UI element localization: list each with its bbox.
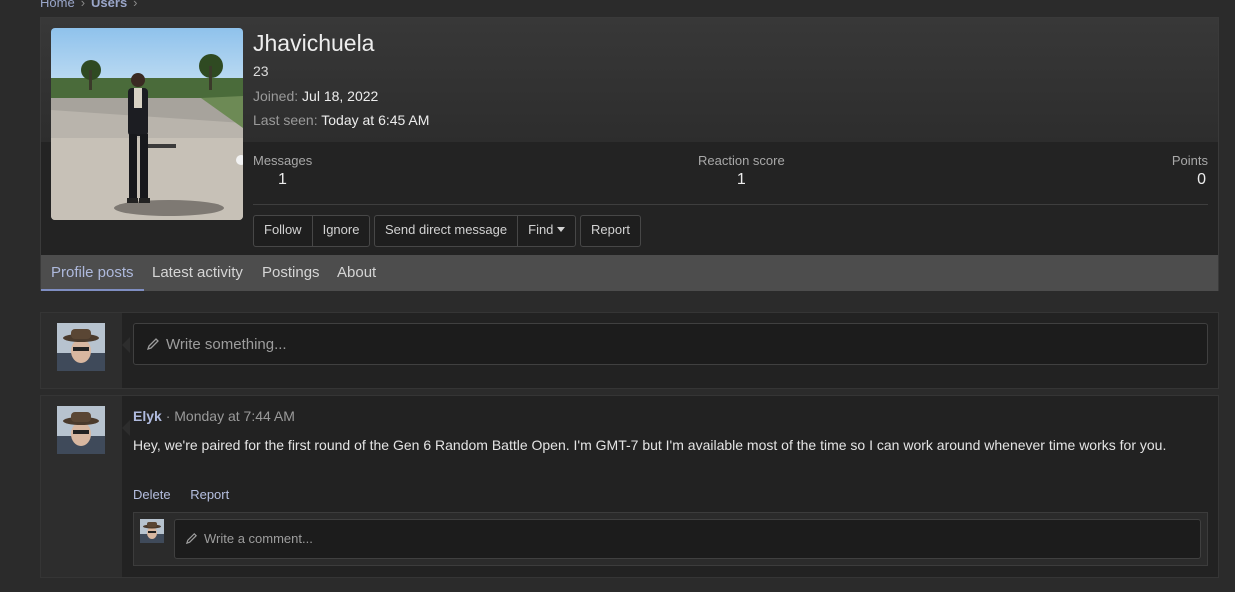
tab-profile-posts[interactable]: Profile posts	[41, 255, 144, 291]
post-meta: Elyk · Monday at 7:44 AM	[133, 408, 295, 424]
write-comment-placeholder: Write a comment...	[204, 531, 313, 546]
profile-joined: Joined: Jul 18, 2022	[253, 88, 378, 104]
send-direct-message-button[interactable]: Send direct message	[375, 216, 519, 246]
caret-down-icon	[557, 227, 566, 232]
profile-post: Elyk · Monday at 7:44 AM Hey, we're pair…	[40, 395, 1219, 578]
post-timestamp[interactable]: Monday at 7:44 AM	[174, 408, 295, 424]
post-pointer	[122, 420, 130, 436]
report-group: Report	[580, 215, 642, 247]
follow-ignore-group: Follow Ignore	[253, 215, 371, 247]
write-something-placeholder: Write something...	[166, 336, 287, 353]
breadcrumb: Home › Users ›	[40, 0, 144, 10]
commenter-avatar[interactable]	[140, 519, 164, 543]
delete-post-link[interactable]: Delete	[133, 487, 171, 502]
post-message: Hey, we're paired for the first round of…	[133, 437, 1167, 453]
tab-latest-activity[interactable]: Latest activity	[142, 255, 253, 291]
stat-points-value: 0	[1197, 171, 1206, 188]
composer-pointer	[122, 337, 130, 353]
stat-points-label: Points	[1171, 153, 1208, 168]
message-find-group: Send direct message Find	[374, 215, 577, 247]
pencil-icon	[185, 533, 197, 545]
breadcrumb-home[interactable]: Home	[40, 0, 75, 10]
tab-postings[interactable]: Postings	[252, 255, 330, 291]
profile-last-seen: Last seen: Today at 6:45 AM	[253, 112, 429, 128]
write-something-input[interactable]: Write something...	[133, 323, 1208, 365]
meta-separator: ·	[165, 408, 171, 424]
find-button[interactable]: Find	[518, 216, 575, 246]
post-author-link[interactable]: Elyk	[133, 408, 162, 424]
stat-points[interactable]: Points 0	[1172, 153, 1208, 189]
ignore-button[interactable]: Ignore	[313, 216, 370, 246]
current-user-avatar[interactable]	[57, 323, 105, 371]
joined-value: Jul 18, 2022	[302, 88, 379, 104]
chevron-right-icon: ›	[133, 0, 138, 10]
report-profile-button[interactable]: Report	[581, 216, 640, 246]
post-actions: Delete Report	[133, 487, 245, 502]
stat-reaction-label: Reaction score	[698, 153, 785, 168]
comment-composer: Write a comment...	[133, 512, 1208, 566]
stat-messages-value: 1	[278, 171, 287, 188]
report-post-link[interactable]: Report	[190, 487, 229, 502]
profile-avatar[interactable]	[51, 28, 243, 220]
follow-button[interactable]: Follow	[254, 216, 313, 246]
stat-reaction-value: 1	[736, 171, 746, 188]
chevron-right-icon: ›	[80, 0, 86, 10]
last-seen-label: Last seen:	[253, 112, 318, 128]
tab-about[interactable]: About	[327, 255, 386, 291]
pencil-icon	[146, 338, 159, 351]
find-label: Find	[528, 222, 554, 237]
write-comment-input[interactable]: Write a comment...	[174, 519, 1201, 559]
profile-post-composer: Write something...	[40, 312, 1219, 389]
breadcrumb-users[interactable]: Users	[91, 0, 127, 10]
profile-tabs: Profile posts Latest activity Postings A…	[41, 255, 1218, 291]
post-author-avatar[interactable]	[57, 406, 105, 454]
last-seen-value[interactable]: Today at 6:45 AM	[321, 112, 429, 128]
profile-user-title: 23	[253, 63, 269, 79]
stat-messages[interactable]: Messages 1	[253, 153, 312, 189]
profile-card: Jhavichuela 23 Joined: Jul 18, 2022 Last…	[40, 17, 1219, 291]
stats-divider	[253, 204, 1208, 205]
stat-reaction-score[interactable]: Reaction score 1	[698, 153, 785, 189]
joined-label: Joined:	[253, 88, 299, 104]
profile-username: Jhavichuela	[253, 30, 375, 56]
stat-messages-label: Messages	[253, 153, 313, 168]
